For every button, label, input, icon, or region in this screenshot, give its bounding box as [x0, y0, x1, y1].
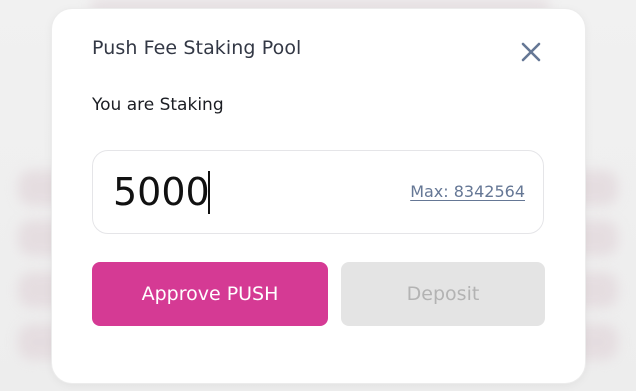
approve-push-button[interactable]: Approve PUSH: [92, 262, 328, 326]
stake-amount-input[interactable]: [113, 167, 373, 217]
deposit-button[interactable]: Deposit: [341, 262, 545, 326]
staking-modal: Push Fee Staking Pool You are Staking Ma…: [52, 9, 585, 383]
staking-subtitle: You are Staking: [92, 95, 224, 115]
modal-title: Push Fee Staking Pool: [92, 37, 302, 59]
amount-field-container: Max: 8342564: [92, 150, 544, 234]
close-button[interactable]: [518, 39, 544, 65]
text-cursor: [208, 171, 210, 214]
close-icon: [521, 42, 541, 62]
max-amount-link[interactable]: Max: 8342564: [410, 182, 525, 201]
